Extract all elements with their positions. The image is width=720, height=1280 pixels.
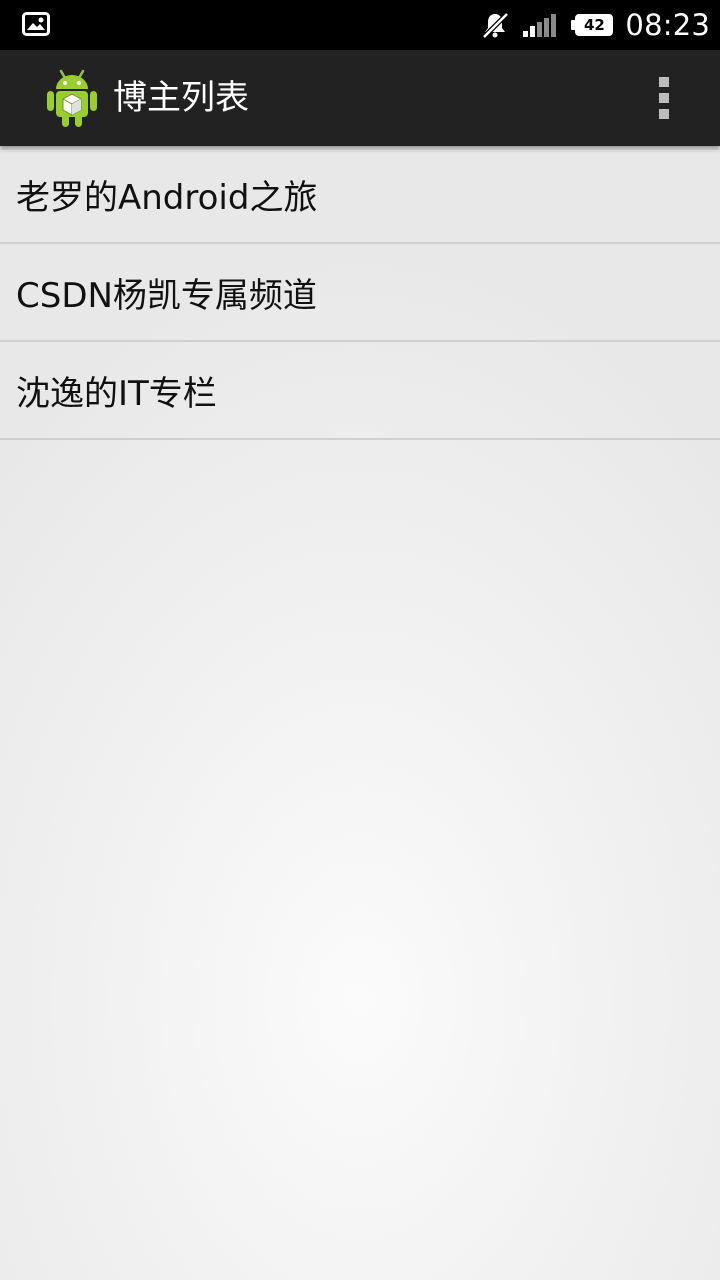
list-item-label: 沈逸的IT专栏 [16,373,217,414]
status-icons: 42 08:23 [481,0,710,50]
list-item-label: 老罗的Android之旅 [16,177,318,218]
menu-dot [659,93,669,103]
status-bar: 42 08:23 [0,0,720,50]
list-item[interactable]: CSDN杨凯专属频道 [0,244,720,342]
menu-dot [659,77,669,87]
list-item[interactable]: 沈逸的IT专栏 [0,342,720,440]
action-bar: 博主列表 [0,50,720,146]
overflow-menu-icon[interactable] [646,74,682,122]
menu-dot [659,109,669,119]
status-time: 08:23 [625,8,710,42]
list-item[interactable]: 老罗的Android之旅 [0,146,720,244]
image-notification-icon [22,12,50,36]
blogger-list: 老罗的Android之旅 CSDN杨凯专属频道 沈逸的IT专栏 [0,146,720,440]
page-title: 博主列表 [113,78,249,118]
android-robot-icon[interactable] [44,68,100,128]
signal-strength-icon [523,14,557,37]
battery-icon: 42 [571,14,614,36]
silent-mode-icon [482,12,510,39]
list-item-label: CSDN杨凯专属频道 [16,275,317,316]
battery-level: 42 [583,16,605,34]
